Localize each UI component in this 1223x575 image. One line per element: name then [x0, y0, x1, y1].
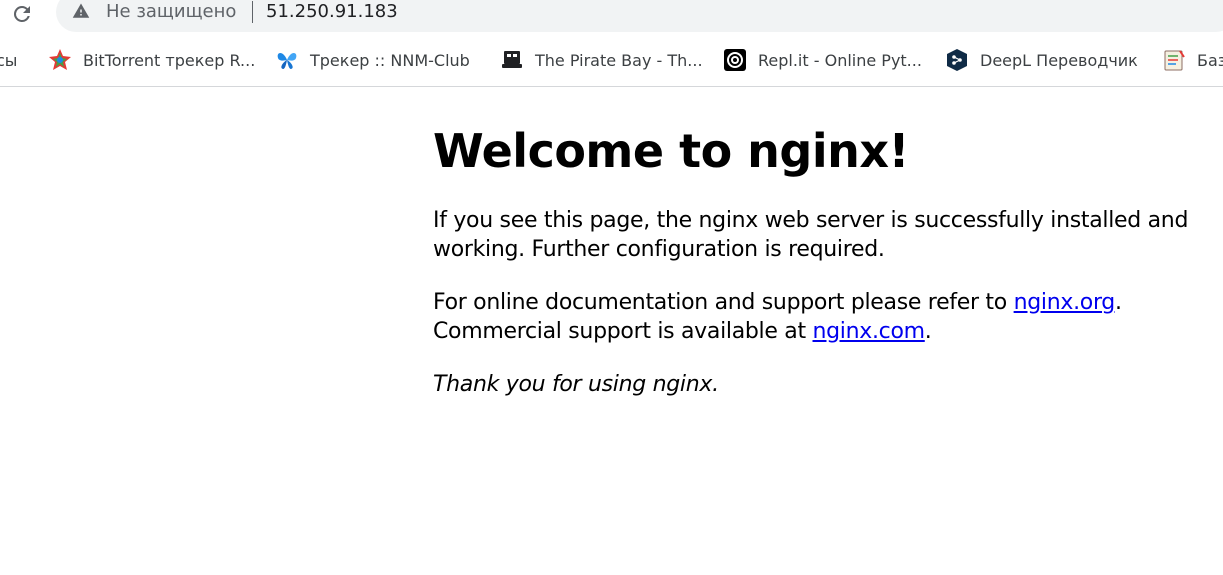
bookmark-label: Баз	[1197, 50, 1223, 70]
bookmark-item[interactable]: Repl.it - Online Pyt...	[723, 40, 922, 80]
bookmark-label: BitTorrent трекер R...	[83, 50, 256, 70]
notebook-icon	[1162, 48, 1186, 72]
pirate-ship-icon	[500, 48, 524, 72]
bookmark-item[interactable]: BitTorrent трекер R...	[48, 40, 255, 80]
browser-toolbar: Не защищено 51.250.91.183	[0, 0, 1223, 40]
reload-button[interactable]	[8, 0, 36, 28]
commercial-text-period: .	[924, 319, 932, 344]
bookmark-label: DeepL Переводчик	[980, 50, 1138, 70]
bookmark-label: Repl.it - Online Pyt...	[758, 50, 922, 70]
security-status-label[interactable]: Не защищено	[106, 1, 236, 22]
bookmark-label: сы	[0, 50, 18, 70]
commercial-text: Commercial support is available at	[433, 319, 813, 344]
replit-icon	[723, 48, 747, 72]
page-title: Welcome to nginx!	[433, 124, 910, 178]
page-content: Welcome to nginx! If you see this page, …	[433, 86, 1193, 399]
nginx-org-link[interactable]: nginx.org	[1014, 290, 1116, 315]
bookmark-item[interactable]: Трекер :: NNM-Club	[275, 40, 470, 80]
bookmark-item[interactable]: DeepL Переводчик	[945, 40, 1138, 80]
warning-icon[interactable]	[72, 2, 90, 20]
deepl-icon	[945, 48, 969, 72]
support-text: For online documentation and support ple…	[433, 290, 1014, 315]
bookmark-item[interactable]: сы	[0, 40, 17, 80]
address-separator	[252, 1, 253, 23]
bookmark-label: The Pirate Bay - Th...	[535, 50, 703, 70]
url-text[interactable]: 51.250.91.183	[266, 1, 398, 22]
nginx-com-link[interactable]: nginx.com	[813, 319, 926, 344]
reload-icon	[13, 5, 30, 22]
bookmarks-bar: сы BitTorrent трекер R... Трекер :: NNM-…	[0, 40, 1223, 87]
intro-paragraph: If you see this page, the nginx web serv…	[433, 208, 1189, 262]
bookmark-item[interactable]: The Pirate Bay - Th...	[500, 40, 703, 80]
support-text-period: .	[1114, 290, 1122, 315]
butterfly-icon	[275, 48, 299, 72]
thank-you-text: Thank you for using nginx.	[433, 372, 719, 397]
support-paragraph: For online documentation and support ple…	[433, 288, 1193, 346]
bookmark-item[interactable]: Баз	[1162, 40, 1223, 80]
rutracker-icon	[48, 48, 72, 72]
bookmark-label: Трекер :: NNM-Club	[310, 50, 470, 70]
